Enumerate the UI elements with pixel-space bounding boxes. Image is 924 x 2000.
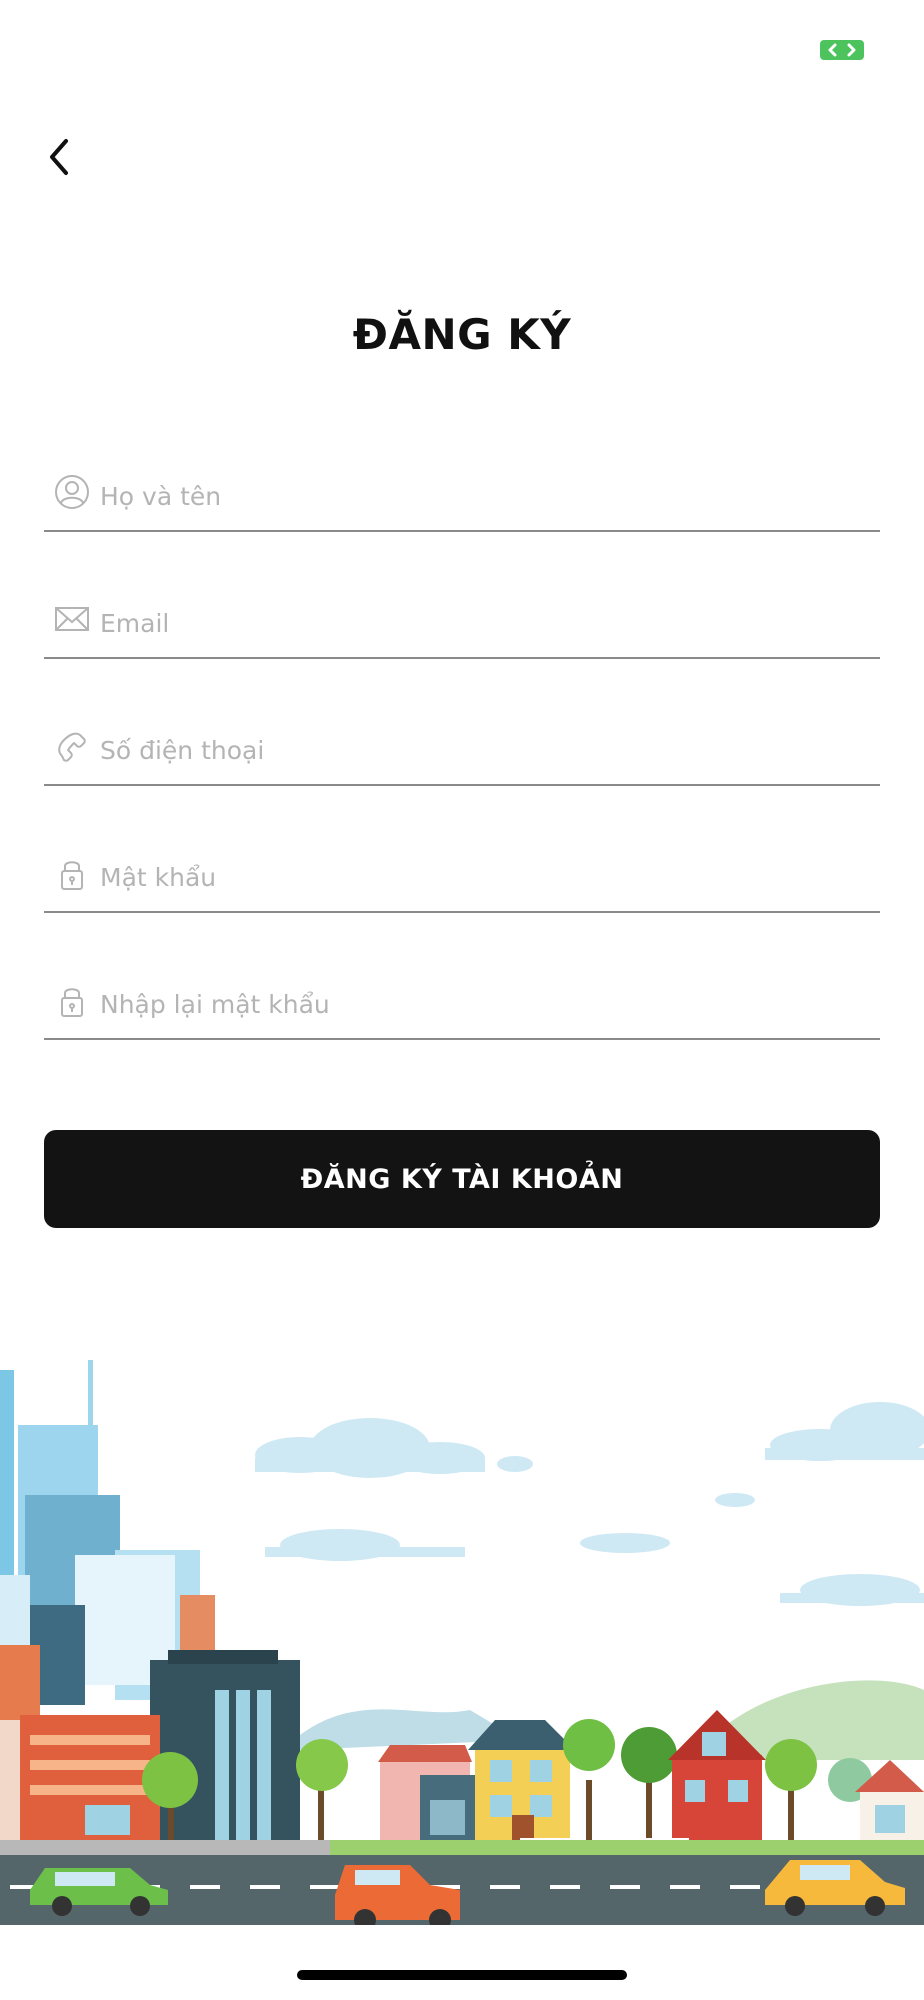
register-account-button[interactable]: ĐĂNG KÝ TÀI KHOẢN: [44, 1130, 880, 1228]
full-name-field: [44, 470, 880, 532]
home-indicator: [297, 1970, 627, 1980]
confirm-password-field: [44, 978, 880, 1040]
confirm-password-input[interactable]: [100, 978, 870, 1030]
page-title: ĐĂNG KÝ: [352, 310, 572, 359]
full-name-input[interactable]: [100, 470, 870, 522]
chevron-left-icon: [50, 139, 68, 175]
mail-icon: [55, 607, 89, 631]
phone-icon: [58, 732, 86, 762]
lock-icon: [61, 988, 83, 1017]
email-field: [44, 597, 880, 659]
password-input[interactable]: [100, 851, 870, 903]
phone-input[interactable]: [100, 724, 870, 776]
city-skyline-illustration: [0, 1360, 924, 1925]
lock-icon: [61, 861, 83, 890]
email-input[interactable]: [100, 597, 870, 649]
password-field: [44, 851, 880, 913]
phone-field: [44, 724, 880, 786]
clouds: [255, 1402, 924, 1606]
status-indicator-icon: [820, 40, 864, 60]
user-icon: [55, 475, 89, 509]
back-button[interactable]: [38, 135, 82, 179]
